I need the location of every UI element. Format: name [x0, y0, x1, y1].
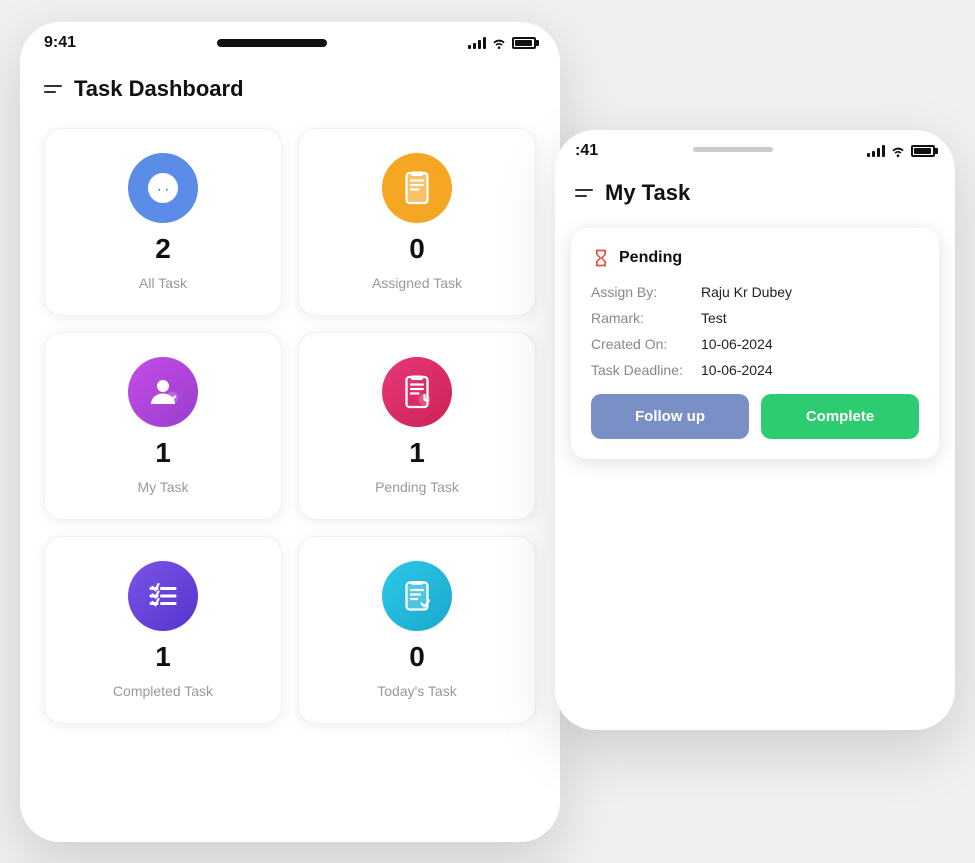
remark-label: Ramark:: [591, 310, 701, 326]
count-all-task: 2: [155, 233, 171, 265]
status-time-1: 9:41: [44, 34, 76, 52]
notch-2: [693, 143, 773, 160]
battery-icon-2: [911, 145, 935, 157]
icon-todays-task: [382, 561, 452, 631]
icon-all-task: [128, 153, 198, 223]
created-value: 10-06-2024: [701, 336, 773, 352]
icon-assigned-task: [382, 153, 452, 223]
deadline-label: Task Deadline:: [591, 362, 701, 378]
count-assigned-task: 0: [409, 233, 425, 265]
phone-dashboard: 9:41 Task Dashboard: [20, 22, 560, 842]
task-row-remark: Ramark: Test: [591, 310, 919, 326]
signal-icon-2: [867, 145, 885, 157]
task-status-text: Pending: [619, 249, 682, 267]
phone-task-detail: :41 My Task: [555, 130, 955, 730]
task-row-created: Created On: 10-06-2024: [591, 336, 919, 352]
card-todays-task[interactable]: 0 Today's Task: [298, 536, 536, 724]
complete-button[interactable]: Complete: [761, 394, 919, 439]
wifi-icon-2: [890, 145, 906, 157]
assign-value: Raju Kr Dubey: [701, 284, 792, 300]
task-row-assign: Assign By: Raju Kr Dubey: [591, 284, 919, 300]
followup-button[interactable]: Follow up: [591, 394, 749, 439]
menu-icon-1[interactable]: [44, 85, 62, 93]
label-assigned-task: Assigned Task: [372, 275, 462, 291]
app-title-2: My Task: [605, 180, 690, 206]
status-bar-2: :41: [555, 130, 955, 168]
status-icons-2: [867, 145, 935, 157]
app-title-1: Task Dashboard: [74, 76, 244, 102]
dashboard-grid: 2 All Task 0 Assigned Task: [20, 118, 560, 748]
count-todays-task: 0: [409, 641, 425, 673]
app-header-2: My Task: [555, 168, 955, 218]
assign-label: Assign By:: [591, 284, 701, 300]
status-time-2: :41: [575, 142, 598, 160]
icon-pending-task: [382, 357, 452, 427]
card-assigned-task[interactable]: 0 Assigned Task: [298, 128, 536, 316]
task-row-deadline: Task Deadline: 10-06-2024: [591, 362, 919, 378]
count-my-task: 1: [155, 437, 171, 469]
card-all-task[interactable]: 2 All Task: [44, 128, 282, 316]
task-status-header: Pending: [591, 248, 919, 268]
notch-1: [217, 35, 327, 51]
menu-icon-2[interactable]: [575, 189, 593, 197]
phones-container: 9:41 Task Dashboard: [0, 0, 975, 863]
notch-pill-2: [693, 147, 773, 152]
battery-icon-1: [512, 37, 536, 49]
hourglass-icon: [591, 248, 611, 268]
deadline-value: 10-06-2024: [701, 362, 773, 378]
task-card: Pending Assign By: Raju Kr Dubey Ramark:…: [571, 228, 939, 459]
dynamic-island-1: [217, 39, 327, 47]
icon-completed-task: [128, 561, 198, 631]
created-label: Created On:: [591, 336, 701, 352]
task-actions: Follow up Complete: [591, 394, 919, 439]
label-completed-task: Completed Task: [113, 683, 213, 699]
card-completed-task[interactable]: 1 Completed Task: [44, 536, 282, 724]
label-pending-task: Pending Task: [375, 479, 459, 495]
count-completed-task: 1: [155, 641, 171, 673]
icon-my-task: [128, 357, 198, 427]
signal-icon-1: [468, 37, 486, 49]
label-todays-task: Today's Task: [377, 683, 456, 699]
app-header-1: Task Dashboard: [20, 60, 560, 118]
card-pending-task[interactable]: 1 Pending Task: [298, 332, 536, 520]
remark-value: Test: [701, 310, 727, 326]
status-bar-1: 9:41: [20, 22, 560, 60]
status-icons-1: [468, 37, 536, 49]
label-my-task: My Task: [137, 479, 188, 495]
label-all-task: All Task: [139, 275, 187, 291]
card-my-task[interactable]: 1 My Task: [44, 332, 282, 520]
count-pending-task: 1: [409, 437, 425, 469]
wifi-icon-1: [491, 37, 507, 49]
